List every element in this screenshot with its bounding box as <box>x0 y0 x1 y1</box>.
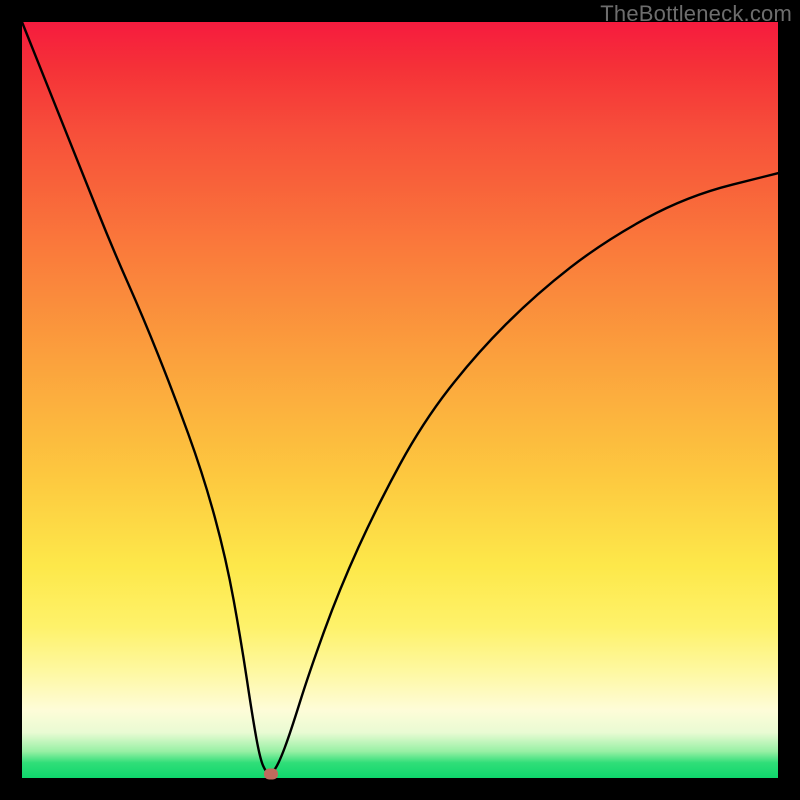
watermark-text: TheBottleneck.com <box>600 1 792 27</box>
chart-frame: TheBottleneck.com <box>0 0 800 800</box>
chart-curve <box>22 22 778 778</box>
bottleneck-curve-path <box>22 22 778 774</box>
minimum-marker <box>264 769 278 780</box>
